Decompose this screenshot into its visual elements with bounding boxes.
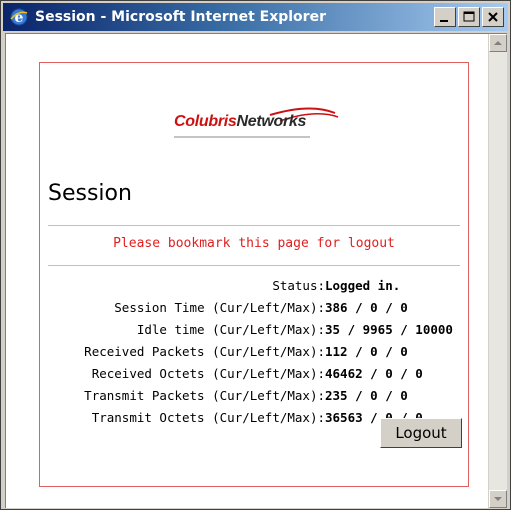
- stat-label: Status:: [272, 278, 325, 293]
- stat-label: Transmit Octets (Cur/Left/Max):: [91, 410, 325, 425]
- stat-row-idle-time: Idle time (Cur/Left/Max): 35 / 9965 / 10…: [40, 322, 470, 344]
- divider-bottom: [48, 265, 460, 266]
- scroll-up-button[interactable]: [489, 34, 507, 52]
- stat-value: 235 / 0 / 0: [325, 388, 408, 403]
- close-icon: [488, 12, 498, 22]
- browser-window: e Session - Microsoft Internet Explorer: [0, 0, 511, 510]
- window-controls: [434, 7, 504, 27]
- stat-value: 386 / 0 / 0: [325, 300, 408, 315]
- logo-part-colubris: Colubris: [174, 113, 237, 130]
- stat-label: Session Time (Cur/Left/Max):: [114, 300, 325, 315]
- internet-explorer-icon: e: [10, 8, 28, 26]
- stat-value: 112 / 0 / 0: [325, 344, 408, 359]
- stat-row-received-packets: Received Packets (Cur/Left/Max): 112 / 0…: [40, 344, 470, 366]
- page-content: ColubrisNetworks Session Please bookmark…: [5, 33, 507, 508]
- up-arrow-icon: [494, 41, 502, 45]
- logo-text: ColubrisNetworks: [174, 113, 306, 131]
- session-panel: ColubrisNetworks Session Please bookmark…: [39, 62, 469, 487]
- logout-button[interactable]: Logout: [380, 418, 462, 448]
- stat-label: Received Octets (Cur/Left/Max):: [91, 366, 325, 381]
- scroll-down-button[interactable]: [489, 490, 507, 508]
- stat-row-status: Status: Logged in.: [40, 278, 470, 300]
- title-bar[interactable]: e Session - Microsoft Internet Explorer: [3, 3, 508, 31]
- minimize-icon: [440, 20, 448, 22]
- divider-top: [48, 225, 460, 226]
- stat-label: Transmit Packets (Cur/Left/Max):: [84, 388, 325, 403]
- stat-label: Received Packets (Cur/Left/Max):: [84, 344, 325, 359]
- stat-value: 46462 / 0 / 0: [325, 366, 423, 381]
- stat-label: Idle time (Cur/Left/Max):: [136, 322, 325, 337]
- stat-value: 35 / 9965 / 10000: [325, 322, 453, 337]
- session-stats-table: Status: Logged in. Session Time (Cur/Lef…: [40, 278, 470, 432]
- page-title: Session: [48, 181, 132, 206]
- window-title: Session - Microsoft Internet Explorer: [35, 9, 326, 25]
- stat-row-session-time: Session Time (Cur/Left/Max): 386 / 0 / 0: [40, 300, 470, 322]
- stat-value: Logged in.: [325, 278, 401, 293]
- down-arrow-icon: [494, 497, 502, 501]
- stat-row-transmit-packets: Transmit Packets (Cur/Left/Max): 235 / 0…: [40, 388, 470, 410]
- maximize-icon: [463, 11, 475, 22]
- maximize-button[interactable]: [458, 7, 480, 27]
- minimize-button[interactable]: [434, 7, 456, 27]
- close-button[interactable]: [482, 7, 504, 27]
- logo-part-networks: Networks: [236, 113, 307, 130]
- vertical-scrollbar[interactable]: [488, 34, 507, 508]
- bookmark-notice: Please bookmark this page for logout: [113, 236, 395, 251]
- stat-row-received-octets: Received Octets (Cur/Left/Max): 46462 / …: [40, 366, 470, 388]
